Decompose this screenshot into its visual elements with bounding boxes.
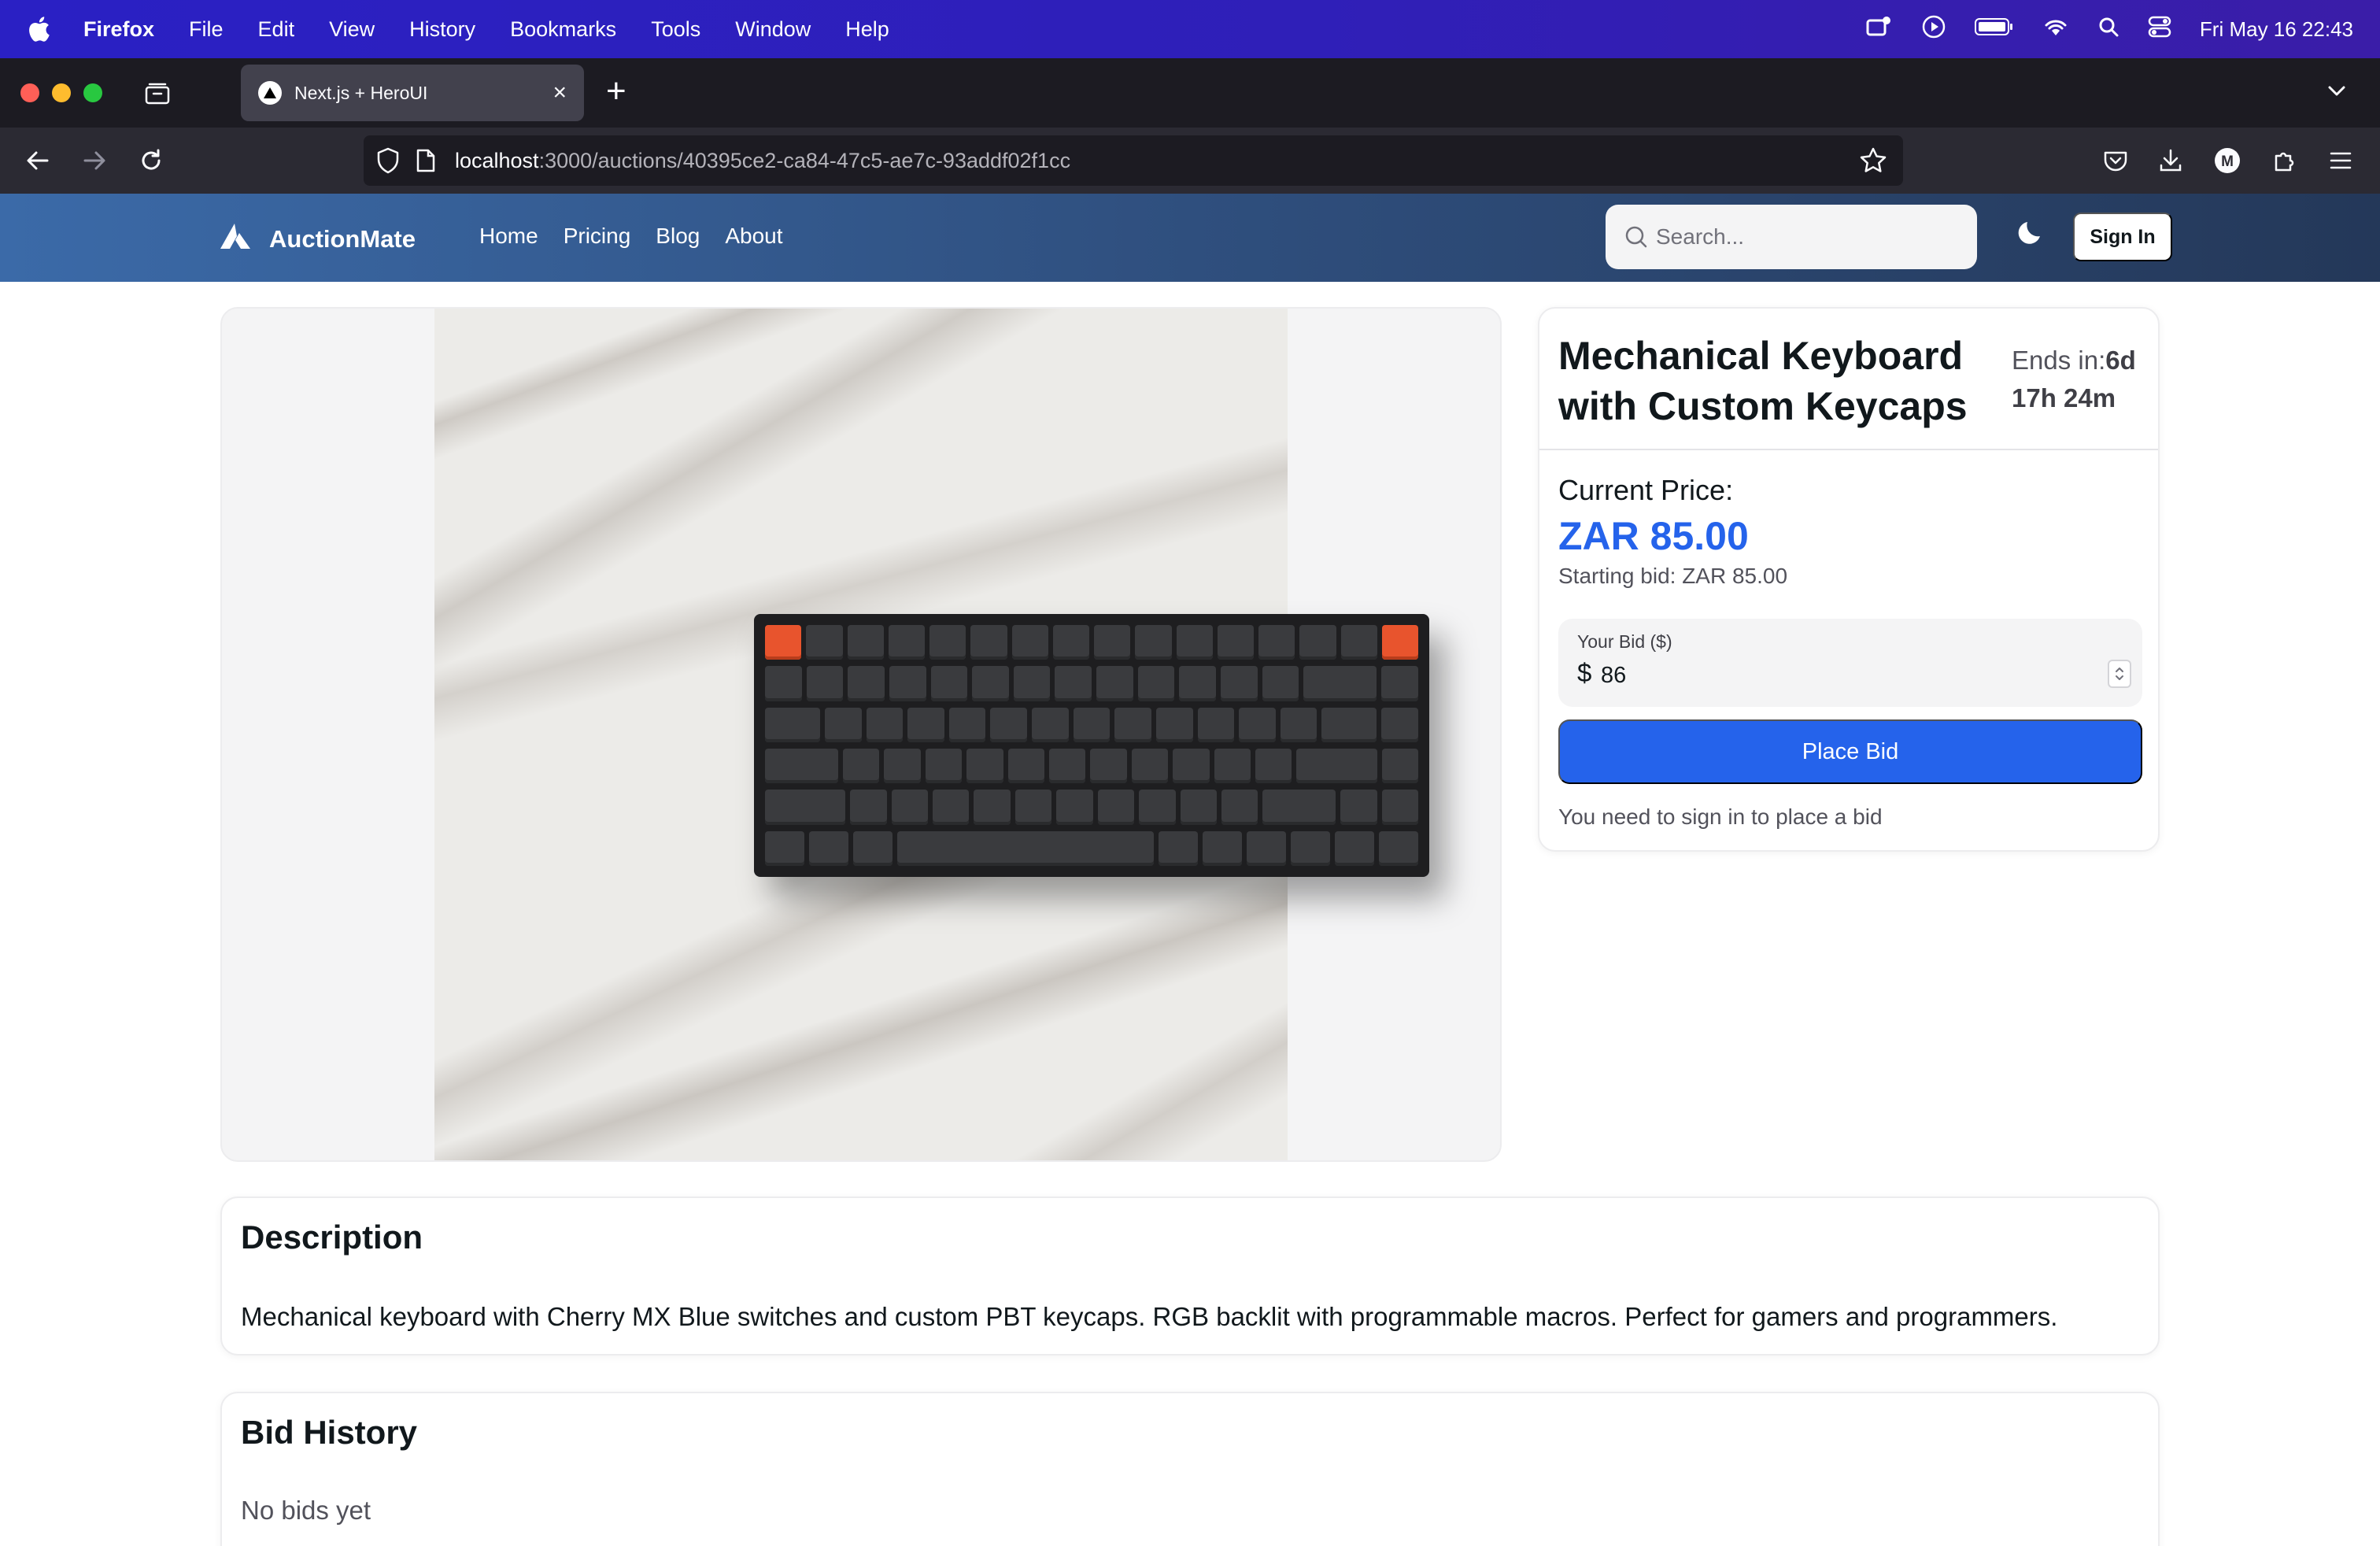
wifi-icon[interactable] bbox=[2042, 17, 2069, 43]
place-bid-button[interactable]: Place Bid bbox=[1558, 719, 2142, 784]
url-host-text: localhost bbox=[455, 148, 539, 172]
apple-icon[interactable] bbox=[27, 15, 52, 43]
nav-pricing-link[interactable]: Pricing bbox=[564, 224, 631, 249]
divider bbox=[1539, 449, 2158, 450]
browser-toolbar: localhost:3000/auctions/40395ce2-ca84-47… bbox=[0, 128, 2380, 194]
browser-tab-active[interactable]: Next.js + HeroUI × bbox=[241, 65, 584, 121]
number-stepper-icon[interactable] bbox=[2108, 660, 2131, 688]
account-initial: M bbox=[2221, 153, 2234, 170]
product-image-card bbox=[220, 307, 1502, 1162]
ends-label: Ends in: bbox=[2012, 346, 2106, 375]
extensions-puzzle-icon[interactable] bbox=[2267, 143, 2301, 178]
sign-in-button[interactable]: Sign In bbox=[2073, 213, 2172, 261]
ends-days: 6d bbox=[2105, 346, 2136, 375]
bookmark-star-icon[interactable] bbox=[1859, 146, 1887, 180]
keyboard-row bbox=[765, 790, 1419, 825]
bid-history-heading: Bid History bbox=[241, 1414, 418, 1451]
close-window-button[interactable] bbox=[20, 83, 39, 102]
bid-card: Mechanical Keyboard with Custom Keycaps … bbox=[1538, 307, 2160, 852]
tab-list-chevron-icon[interactable] bbox=[2325, 79, 2349, 106]
bid-amount-field[interactable]: Your Bid ($) $ 86 bbox=[1558, 619, 2142, 707]
bid-field-label: Your Bid ($) bbox=[1577, 631, 1672, 652]
menubar-clock[interactable]: Fri May 16 22:43 bbox=[2200, 17, 2353, 42]
keyboard-row bbox=[765, 666, 1418, 701]
auction-title: Mechanical Keyboard with Custom Keycaps bbox=[1558, 334, 1968, 428]
zoom-window-button[interactable] bbox=[83, 83, 102, 102]
firefox-view-icon[interactable] bbox=[142, 77, 173, 109]
tracking-shield-icon[interactable] bbox=[375, 146, 401, 180]
product-image bbox=[434, 309, 1429, 1160]
search-icon bbox=[1624, 225, 1648, 254]
control-center-icon[interactable] bbox=[2148, 15, 2171, 44]
browser-tab-strip: Next.js + HeroUI × + bbox=[0, 58, 2380, 128]
spotlight-search-icon[interactable] bbox=[2097, 16, 2119, 43]
brand-logo-icon bbox=[219, 222, 252, 257]
keyboard-row bbox=[765, 748, 1419, 784]
nav-home-link[interactable]: Home bbox=[479, 224, 538, 249]
search-placeholder: Search... bbox=[1656, 224, 1745, 249]
macos-menubar: Firefox File Edit View History Bookmarks… bbox=[0, 0, 2380, 58]
site-header: AuctionMate Home Pricing Blog About Sear… bbox=[0, 194, 2380, 282]
play-icon[interactable] bbox=[1921, 14, 1946, 45]
sign-in-required-note: You need to sign in to place a bid bbox=[1558, 804, 1883, 829]
menu-window[interactable]: Window bbox=[735, 17, 811, 42]
menu-history[interactable]: History bbox=[409, 17, 475, 42]
hamburger-menu-icon[interactable] bbox=[2323, 143, 2358, 178]
keyboard-row bbox=[765, 625, 1418, 660]
close-tab-icon[interactable]: × bbox=[552, 80, 567, 106]
keyboard-illustration bbox=[754, 614, 1429, 877]
brand-name: AuctionMate bbox=[269, 225, 416, 253]
current-price-value: ZAR 85.00 bbox=[1558, 514, 1749, 558]
menu-file[interactable]: File bbox=[189, 17, 224, 42]
bid-history-empty: No bids yet bbox=[241, 1496, 371, 1525]
theme-toggle-moon-icon[interactable] bbox=[2016, 217, 2046, 251]
bid-history-card: Bid History No bids yet bbox=[220, 1392, 2160, 1546]
menu-view[interactable]: View bbox=[329, 17, 375, 42]
stage-manager-icon[interactable] bbox=[1864, 14, 1893, 45]
description-text: Mechanical keyboard with Cherry MX Blue … bbox=[241, 1302, 2058, 1331]
menu-edit[interactable]: Edit bbox=[258, 17, 295, 42]
bid-amount-value[interactable]: 86 bbox=[1601, 663, 1626, 689]
current-price-label: Current Price: bbox=[1558, 474, 1734, 506]
menu-bookmarks[interactable]: Bookmarks bbox=[510, 17, 616, 42]
currency-symbol: $ bbox=[1577, 658, 1592, 687]
nav-blog-link[interactable]: Blog bbox=[656, 224, 700, 249]
site-nav: Home Pricing Blog About bbox=[479, 224, 783, 249]
pocket-icon[interactable] bbox=[2098, 143, 2133, 178]
auction-countdown: Ends in:6d 17h 24m bbox=[2012, 342, 2150, 417]
ends-rest: 17h 24m bbox=[2012, 383, 2116, 412]
tab-title: Next.js + HeroUI bbox=[294, 82, 428, 103]
description-heading: Description bbox=[241, 1219, 423, 1256]
minimize-window-button[interactable] bbox=[52, 83, 71, 102]
menu-tools[interactable]: Tools bbox=[651, 17, 700, 42]
keyboard-row bbox=[765, 707, 1418, 742]
url-path-text: :3000/auctions/40395ce2-ca84-47c5-ae7c-9… bbox=[538, 148, 1071, 172]
new-tab-icon[interactable]: + bbox=[606, 74, 626, 109]
nav-about-link[interactable]: About bbox=[725, 224, 782, 249]
menu-help[interactable]: Help bbox=[845, 17, 889, 42]
url-bar[interactable]: localhost:3000/auctions/40395ce2-ca84-47… bbox=[364, 135, 1903, 186]
starting-bid-text: Starting bid: ZAR 85.00 bbox=[1558, 564, 1788, 588]
brand-link[interactable]: AuctionMate bbox=[219, 222, 416, 257]
page-info-icon[interactable] bbox=[416, 148, 436, 179]
reload-icon[interactable] bbox=[134, 143, 168, 178]
menu-app-name[interactable]: Firefox bbox=[83, 17, 154, 42]
battery-icon[interactable] bbox=[1974, 17, 2014, 42]
downloads-icon[interactable] bbox=[2153, 143, 2188, 178]
keyboard-row bbox=[765, 830, 1418, 866]
site-search-input[interactable]: Search... bbox=[1606, 205, 1977, 269]
forward-arrow-icon[interactable] bbox=[77, 143, 112, 178]
account-avatar-icon[interactable]: M bbox=[2210, 143, 2245, 178]
window-controls bbox=[20, 83, 102, 102]
nextjs-favicon-icon bbox=[258, 81, 282, 105]
back-arrow-icon[interactable] bbox=[20, 143, 55, 178]
description-card: Description Mechanical keyboard with Che… bbox=[220, 1196, 2160, 1356]
